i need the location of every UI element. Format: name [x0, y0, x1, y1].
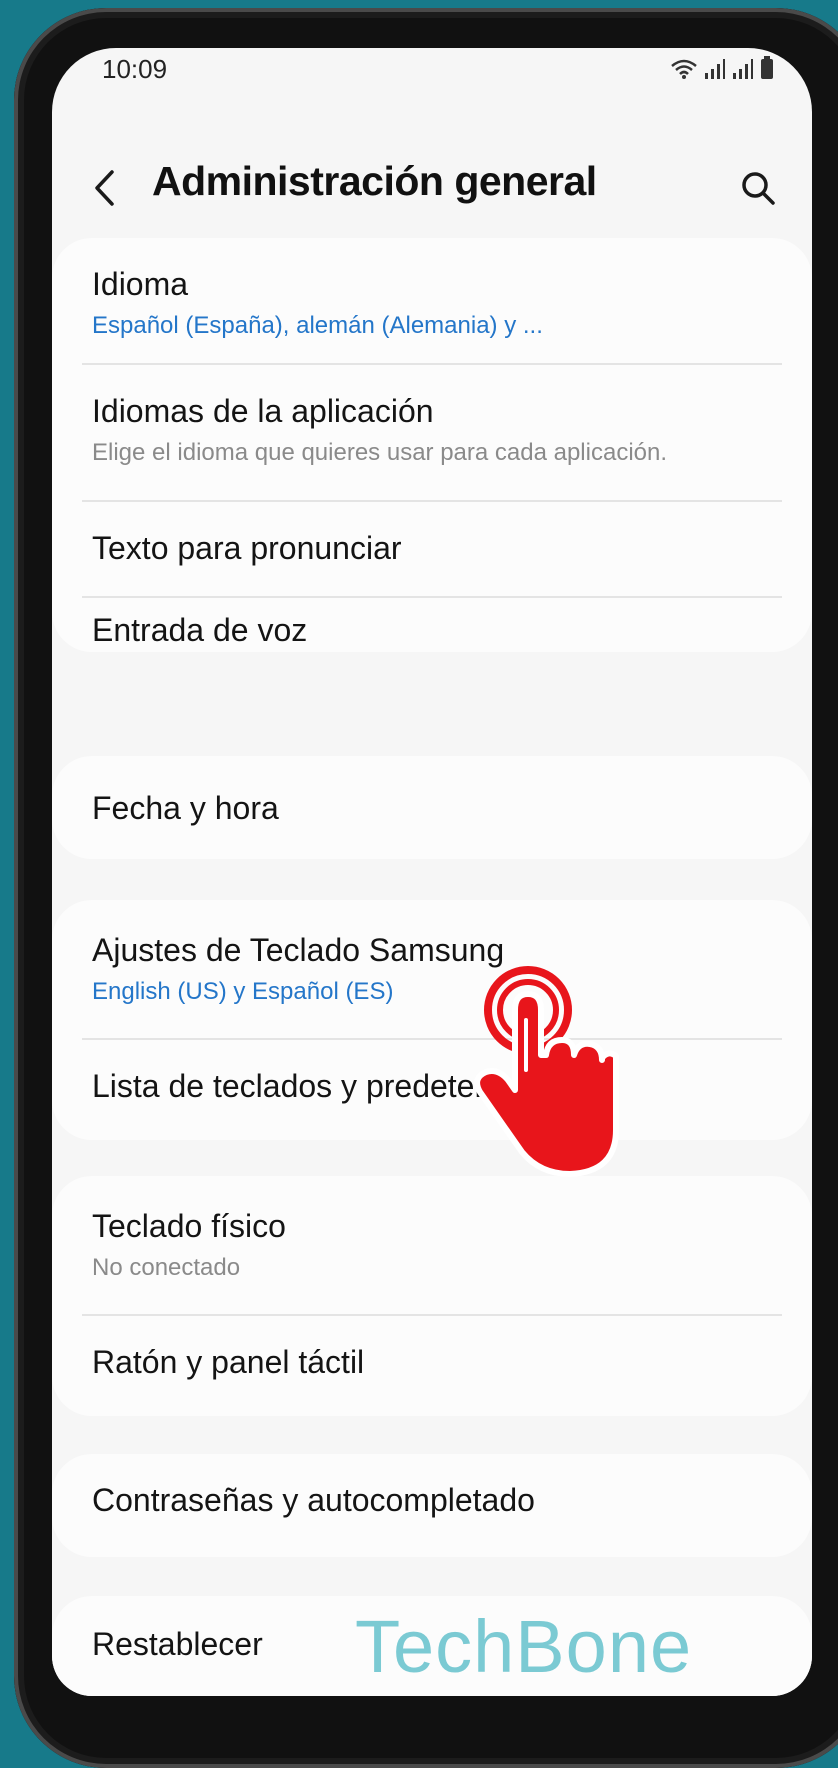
- item-title: Idioma: [92, 266, 189, 302]
- signal-icon-2: [733, 59, 753, 79]
- search-button[interactable]: [734, 164, 782, 212]
- item-subtitle: English (US) y Español (ES): [92, 978, 394, 1005]
- item-subtitle: No conectado: [92, 1254, 241, 1281]
- item-title: Ratón y panel táctil: [92, 1344, 365, 1380]
- techbone-watermark: TechBone: [355, 1605, 693, 1688]
- chevron-left-icon: [95, 170, 114, 206]
- list-item-contrasenas[interactable]: Contraseñas y autocompletado: [52, 1454, 812, 1557]
- item-title: Contraseñas y autocompletado: [92, 1482, 535, 1518]
- list-item-texto-pronunciar[interactable]: Texto para pronunciar: [52, 502, 812, 597]
- item-title: Ajustes de Teclado Samsung: [92, 932, 505, 968]
- list-item-ajustes-teclado[interactable]: Ajustes de Teclado Samsung English (US) …: [52, 900, 812, 1038]
- settings-group-keyboard: Ajustes de Teclado Samsung English (US) …: [52, 900, 812, 1140]
- item-title: Teclado físico: [92, 1208, 286, 1244]
- list-item-raton-panel[interactable]: Ratón y panel táctil: [52, 1316, 812, 1416]
- app-header: Administración general: [52, 148, 812, 228]
- item-title: Texto para pronunciar: [92, 530, 402, 566]
- item-subtitle: Español (España), alemán (Alemania) y ..…: [92, 312, 543, 339]
- status-bar: 10:09: [52, 48, 812, 118]
- item-title: Idiomas de la aplicación: [92, 393, 434, 429]
- item-title: Entrada de voz: [92, 612, 308, 648]
- list-item-lista-teclados[interactable]: Lista de teclados y predeterminado: [52, 1040, 812, 1140]
- wifi-icon: [671, 59, 697, 79]
- status-time: 10:09: [102, 54, 168, 84]
- back-button[interactable]: [82, 164, 126, 212]
- settings-group-datetime: Fecha y hora: [52, 756, 812, 859]
- list-item-idioma[interactable]: Idioma Español (España), alemán (Alemani…: [52, 238, 812, 364]
- list-item-teclado-fisico[interactable]: Teclado físico No conectado: [52, 1176, 812, 1314]
- battery-icon: [761, 56, 773, 79]
- settings-group-passwords: Contraseñas y autocompletado: [52, 1454, 812, 1557]
- status-icons: [670, 56, 774, 80]
- item-title: Fecha y hora: [92, 790, 279, 826]
- item-title: Restablecer: [92, 1626, 263, 1662]
- list-item-entrada-voz[interactable]: Entrada de voz: [52, 598, 812, 652]
- list-item-fecha-hora[interactable]: Fecha y hora: [52, 756, 812, 859]
- phone-screen: 10:09 Administración general Idioma Espa…: [52, 48, 812, 1696]
- search-icon: [742, 172, 775, 205]
- signal-icon: [705, 59, 725, 79]
- settings-group-language: Idioma Español (España), alemán (Alemani…: [52, 238, 812, 652]
- page-title: Administración general: [152, 158, 597, 204]
- tap-hand-icon: [474, 966, 619, 1177]
- item-subtitle: Elige el idioma que quieres usar para ca…: [92, 439, 668, 466]
- list-item-idiomas-aplicacion[interactable]: Idiomas de la aplicación Elige el idioma…: [52, 365, 812, 500]
- settings-group-input-devices: Teclado físico No conectado Ratón y pane…: [52, 1176, 812, 1416]
